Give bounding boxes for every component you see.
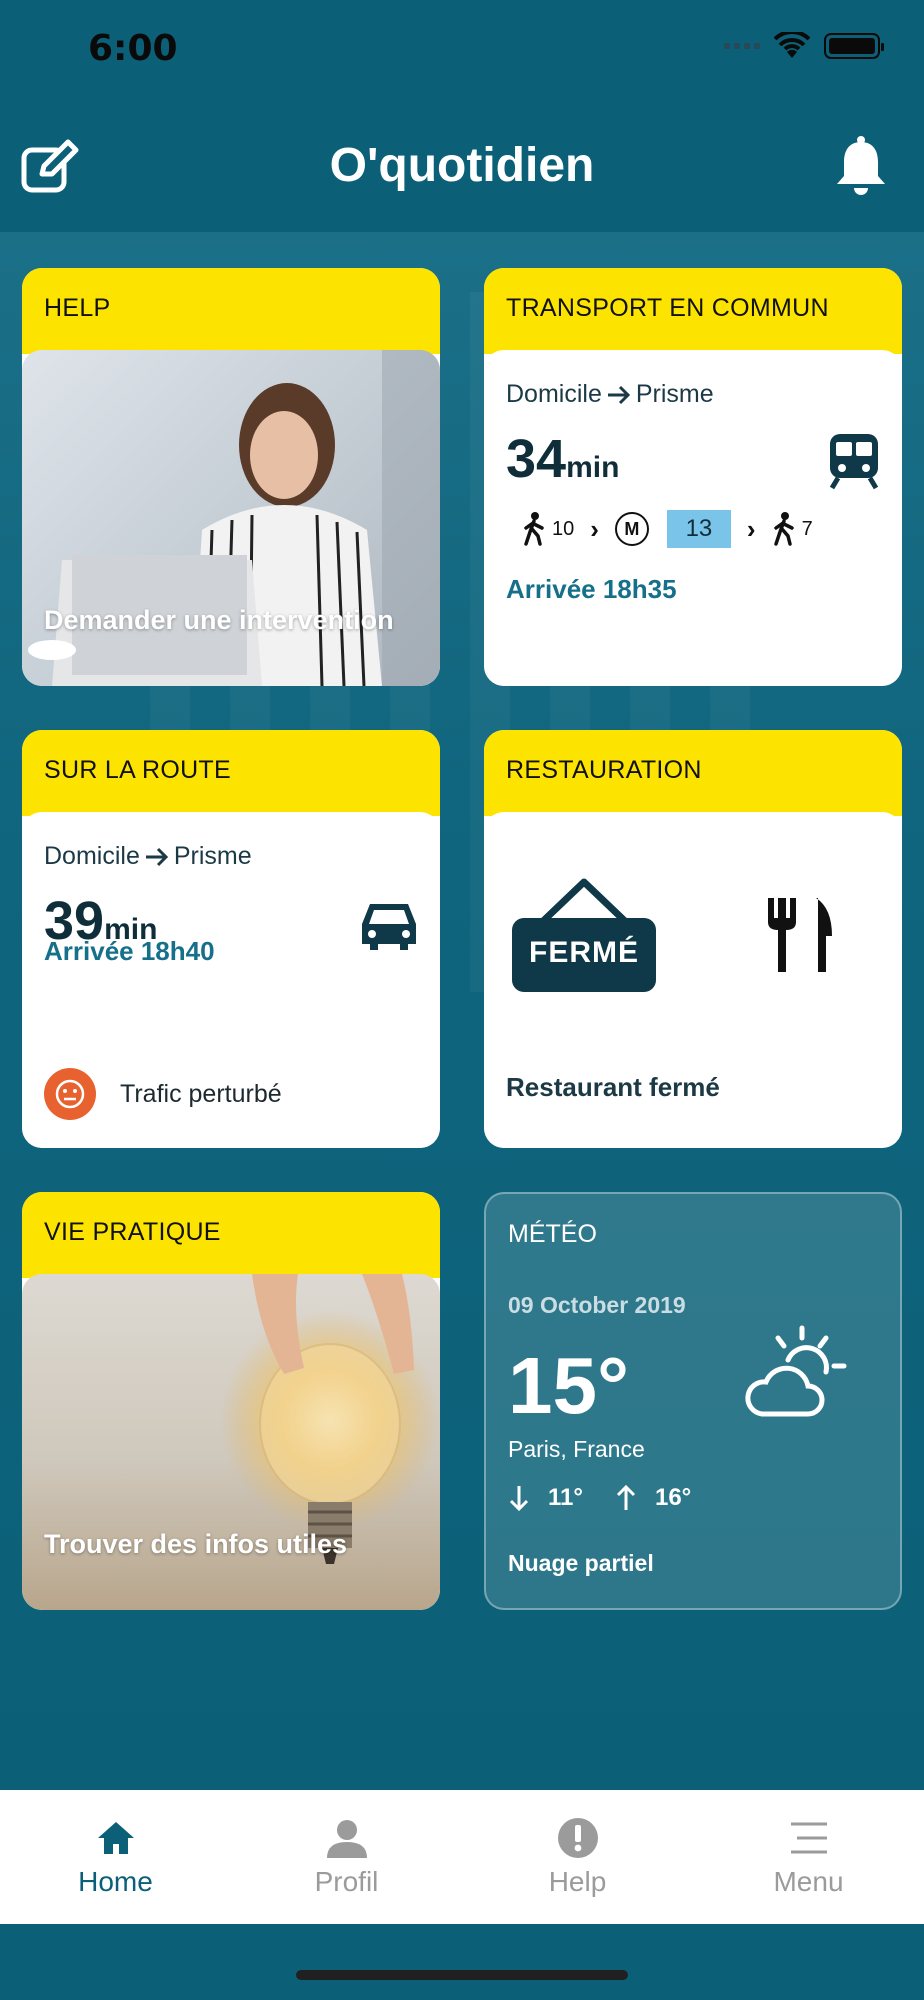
practical-life-card-title: VIE PRATIQUE	[22, 1192, 440, 1278]
weather-min: 11°	[548, 1484, 583, 1511]
page-title: O'quotidien	[329, 139, 595, 192]
weather-location: Paris, France	[508, 1436, 645, 1462]
help-card[interactable]: HELP Demander une intervention	[22, 268, 440, 686]
closed-sign-icon: FERMÉ	[510, 876, 658, 994]
tab-help-label: Help	[548, 1866, 607, 1897]
road-card-title: SUR LA ROUTE	[22, 730, 440, 816]
alert-icon	[557, 1818, 598, 1858]
tab-profile[interactable]: Profil	[231, 1790, 462, 1924]
transport-card-title: TRANSPORT EN COMMUN	[484, 268, 902, 354]
signal-icon	[724, 43, 760, 49]
bell-icon	[837, 136, 885, 195]
arrow-right-icon	[607, 385, 630, 404]
transport-duration: 34min	[506, 428, 619, 490]
arrow-up-icon	[616, 1484, 636, 1510]
restaurant-card-body: FERMÉ Restaurant fermé	[484, 812, 902, 1148]
neutral-face-icon	[44, 1068, 96, 1120]
practical-life-photo: Trouver des infos utiles	[22, 1274, 440, 1610]
status-icons	[724, 32, 884, 60]
restaurant-card[interactable]: RESTAURATION FERMÉ Restaurant fermé	[484, 730, 902, 1148]
road-card[interactable]: SUR LA ROUTE Domicile Prisme 39min Arriv…	[22, 730, 440, 1148]
practical-life-caption: Trouver des infos utiles	[44, 1529, 348, 1559]
walk-start-minutes: 10	[552, 517, 575, 540]
app-header: O'quotidien	[0, 100, 924, 232]
restaurant-status: Restaurant fermé	[506, 1072, 720, 1102]
walk-end-minutes: 7	[801, 517, 813, 540]
road-arrival: Arrivée 18h40	[44, 936, 215, 966]
weather-max: 16°	[654, 1484, 692, 1511]
arrow-right-icon	[145, 847, 168, 866]
chevron-right-icon: ›	[590, 513, 599, 544]
traffic-label: Trafic perturbé	[120, 1079, 282, 1108]
tab-profile-label: Profil	[314, 1866, 379, 1897]
help-card-title: HELP	[22, 268, 440, 354]
status-time: 6:00	[88, 28, 178, 69]
help-card-caption: Demander une intervention	[44, 605, 394, 635]
train-icon	[829, 434, 879, 490]
tab-bar: Home Profil Help Menu	[0, 1790, 924, 1924]
weather-temperature: 15°	[508, 1341, 629, 1430]
weather-date: 09 October 2019	[508, 1292, 686, 1318]
duration-unit: min	[566, 451, 620, 484]
transport-card-body: Domicile Prisme 34min 10 › M 13 › 7 Arri…	[484, 350, 902, 686]
help-photo: Demander une intervention	[22, 350, 440, 686]
arrow-down-icon	[509, 1486, 529, 1512]
home-indicator[interactable]	[296, 1970, 628, 1980]
walking-icon	[524, 512, 544, 546]
partly-cloudy-icon	[745, 1325, 847, 1417]
weather-description: Nuage partiel	[508, 1550, 654, 1576]
transport-journey: 10 › M 13 › 7	[522, 510, 813, 548]
practical-life-card[interactable]: VIE PRATIQUE Trouver des infos utiles	[22, 1192, 440, 1610]
chevron-right-icon: ›	[746, 513, 756, 544]
closed-sign-text: FERMÉ	[529, 936, 639, 969]
tab-home-label: Home	[78, 1866, 153, 1897]
weather-card-title: MÉTÉO	[508, 1220, 597, 1248]
tab-menu-label: Menu	[773, 1866, 844, 1897]
status-bar: 6:00	[0, 0, 924, 100]
battery-icon	[824, 33, 884, 59]
tab-menu[interactable]: Menu	[693, 1790, 924, 1924]
walking-icon	[773, 512, 794, 546]
car-icon	[362, 904, 416, 950]
metro-line-badge: 13	[666, 510, 731, 548]
weather-range: 11° 16°	[508, 1484, 691, 1512]
route-from: Domicile	[44, 842, 140, 870]
home-icon	[97, 1822, 134, 1854]
menu-icon	[790, 1822, 827, 1854]
person-icon	[326, 1820, 367, 1858]
restaurant-card-title: RESTAURATION	[484, 730, 902, 816]
wifi-icon	[774, 32, 810, 58]
road-card-body: Domicile Prisme 39min Arrivée 18h40 Traf…	[22, 812, 440, 1148]
route-from: Domicile	[506, 380, 602, 408]
cutlery-icon	[768, 898, 832, 972]
notifications-button[interactable]	[832, 134, 890, 198]
duration-value: 34	[506, 429, 567, 489]
traffic-status: Trafic perturbé	[44, 1068, 282, 1120]
weather-card[interactable]: MÉTÉO 09 October 2019 15° Paris, France …	[484, 1192, 902, 1610]
route-to: Prisme	[635, 380, 714, 408]
tab-help[interactable]: Help	[462, 1790, 693, 1924]
tab-home[interactable]: Home	[0, 1790, 231, 1924]
transport-arrival: Arrivée 18h35	[506, 574, 677, 604]
transport-route: Domicile Prisme	[506, 380, 714, 409]
route-to: Prisme	[173, 842, 252, 870]
road-route: Domicile Prisme	[44, 842, 252, 871]
transport-card[interactable]: TRANSPORT EN COMMUN Domicile Prisme 34mi…	[484, 268, 902, 686]
metro-icon: M	[614, 512, 649, 546]
